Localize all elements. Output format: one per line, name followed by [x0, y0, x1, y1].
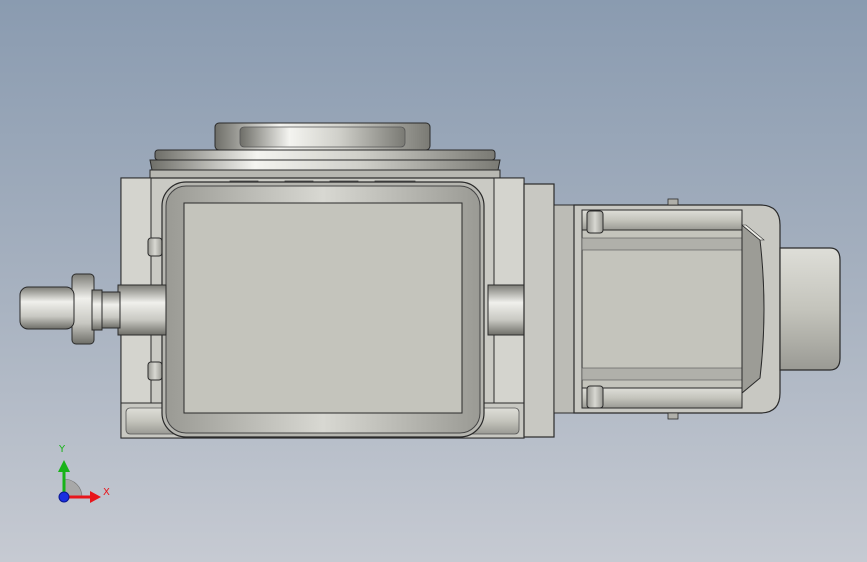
motor-flange [523, 183, 575, 438]
left-shaft [19, 273, 167, 345]
z-axis-dot [58, 491, 70, 503]
cover-plate [161, 181, 485, 438]
cad-viewport[interactable]: Y X [0, 0, 867, 562]
y-axis-arrow [58, 460, 70, 472]
x-axis-label: X [103, 487, 110, 498]
top-flange [149, 122, 501, 179]
right-shaft [487, 284, 525, 336]
y-axis-label: Y [59, 444, 66, 455]
motor-end-cap [779, 247, 841, 371]
cad-model-view[interactable] [0, 0, 867, 562]
x-axis-arrow [90, 491, 101, 503]
motor-body [573, 198, 781, 420]
coordinate-triad [58, 460, 101, 503]
